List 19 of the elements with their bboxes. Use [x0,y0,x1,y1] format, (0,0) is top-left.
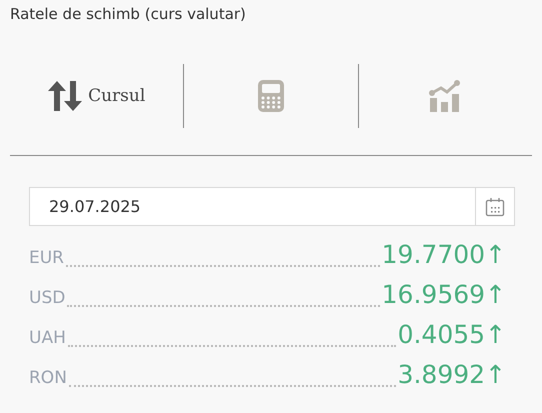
trend-arrow: ↑ [485,240,506,269]
exchange-rate: 16.9569 [382,280,486,309]
currency-code: USD [29,288,66,308]
exchange-rate: 0.4055 [398,320,486,349]
currency-code: UAH [29,328,66,348]
trend-arrow: ↑ [485,280,506,309]
exchange-rate: 3.8992 [398,360,486,389]
date-field[interactable]: 29.07.2025 [29,187,515,226]
bar-chart-icon [429,80,462,112]
trend-arrow: ↑ [485,360,506,389]
exchange-rate: 19.7700 [382,240,486,269]
up-down-arrows-icon [48,81,82,111]
calculator-icon [258,80,284,112]
currency-code: RON [29,368,67,388]
currency-code: EUR [29,248,64,268]
calendar-icon[interactable] [485,196,505,216]
widget-title: Ratele de schimb (curs valutar) [10,4,247,25]
tab[interactable]: Cursul [10,76,184,116]
trend-arrow: ↑ [485,320,506,349]
